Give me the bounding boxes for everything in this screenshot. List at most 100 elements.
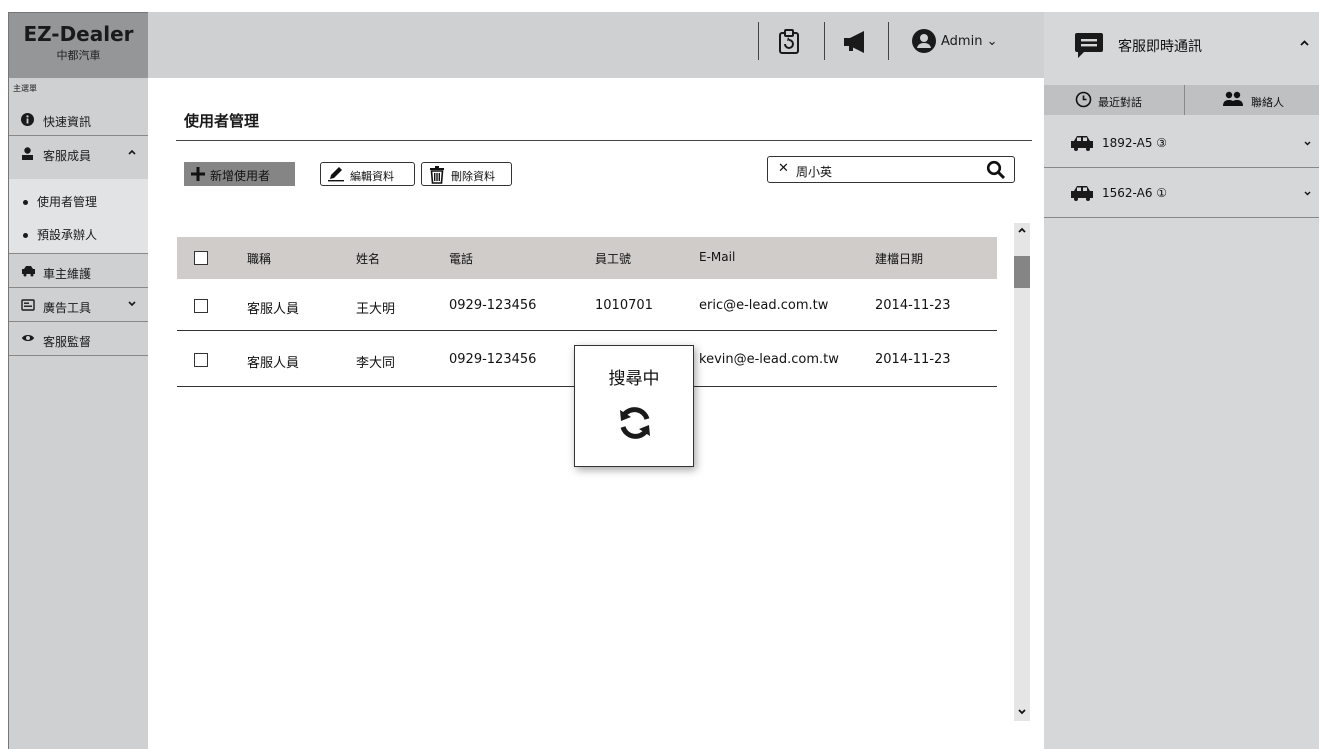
tab-label: 最近對話 (1098, 96, 1142, 109)
sidebar-item-ad-tools[interactable]: 廣告工具 (9, 289, 148, 322)
sidebar-subitem-user-management[interactable]: 使用者管理 (23, 193, 97, 210)
add-user-button[interactable]: 新增使用者 (184, 162, 295, 186)
search-icon[interactable] (986, 160, 1006, 180)
loading-text: 搜尋中 (608, 369, 660, 389)
delete-label: 刪除資料 (451, 170, 495, 183)
info-icon (21, 113, 34, 126)
cell-employee-id: 1010701 (595, 298, 653, 313)
main-content: 使用者管理 新增使用者 編輯資料 刪除資料 ✕ 周小英 職稱 姓名 電話 員工號… (148, 78, 1044, 749)
column-header[interactable]: 姓名 (356, 250, 380, 267)
sidebar-item-label: 客服成員 (43, 149, 92, 163)
live-chat-panel: 客服即時通訊 最近對話 聯絡人 1892-A5 ③ 1562-A6 ① (1044, 12, 1319, 749)
sidebar-item-service-members[interactable]: 客服成員 (9, 137, 148, 170)
users-icon (1222, 91, 1244, 107)
column-header[interactable]: 建檔日期 (875, 250, 923, 267)
app-window: EZ-Dealer 中都汽車 Admin ⌄ 主選單 快速資訊 客服成員 使用者… (0, 0, 1319, 749)
sidebar-item-label: 客服監督 (43, 335, 92, 349)
conversation-item[interactable]: 1892-A5 ③ (1044, 119, 1319, 168)
submenu-service-members: 使用者管理 預設承辦人 (9, 179, 148, 254)
column-header[interactable]: 員工號 (595, 250, 631, 267)
header-divider (758, 22, 759, 60)
chevron-down-icon[interactable] (1304, 191, 1311, 196)
chat-header[interactable]: 客服即時通訊 (1044, 12, 1319, 76)
brand-subtitle: 中都汽車 (56, 49, 101, 62)
trash-icon (428, 166, 446, 184)
chevron-up-icon (128, 149, 136, 155)
conversation-label: 1562-A6 ① (1102, 186, 1168, 200)
scrollbar-thumb[interactable] (1014, 256, 1030, 288)
car-icon (21, 265, 36, 277)
sidebar-item-label: 車主維護 (43, 267, 92, 281)
brand-logo[interactable]: EZ-Dealer 中都汽車 (8, 12, 148, 78)
brand-title: EZ-Dealer (23, 22, 134, 46)
chevron-down-icon (128, 301, 136, 307)
edit-label: 編輯資料 (350, 170, 394, 183)
cell-email: eric@e-lead.com.tw (699, 298, 829, 313)
column-header[interactable]: 電話 (449, 250, 473, 267)
chevron-up-icon[interactable] (1300, 40, 1309, 46)
column-header[interactable]: 職稱 (247, 250, 271, 267)
sidebar-item-label: 廣告工具 (43, 301, 92, 315)
sidebar-item-label: 快速資訊 (43, 115, 92, 129)
billboard-icon (21, 299, 35, 311)
search-input[interactable]: ✕ 周小英 (767, 156, 1015, 183)
tab-contacts[interactable]: 聯絡人 (1185, 85, 1319, 115)
conversation-item[interactable]: 1562-A6 ① (1044, 169, 1319, 218)
select-all-checkbox[interactable] (194, 251, 208, 265)
chat-title: 客服即時通訊 (1118, 39, 1202, 55)
sidebar-subitem-label: 預設承辦人 (37, 228, 98, 242)
clipboard-sync-icon[interactable] (776, 29, 802, 55)
scroll-up-icon[interactable] (1017, 227, 1027, 234)
row-checkbox[interactable] (194, 353, 208, 367)
add-user-label: 新增使用者 (210, 169, 271, 183)
megaphone-icon[interactable] (842, 29, 872, 55)
sidebar-subitem-default-handler[interactable]: 預設承辦人 (23, 226, 97, 243)
user-menu[interactable]: Admin ⌄ (941, 34, 997, 49)
chat-bubble-icon (1074, 31, 1104, 59)
table-row[interactable]: 客服人員 王大明 0929-123456 1010701 eric@e-lead… (177, 279, 997, 331)
table-header: 職稱 姓名 電話 員工號 E-Mail 建檔日期 (177, 237, 997, 279)
loading-dialog: 搜尋中 (574, 345, 694, 467)
vertical-scrollbar[interactable] (1014, 223, 1030, 721)
cell-date: 2014-11-23 (875, 352, 951, 367)
cell-title: 客服人員 (247, 356, 300, 371)
header-divider (824, 22, 825, 60)
search-value: 周小英 (796, 165, 833, 179)
sidebar: 主選單 快速資訊 客服成員 使用者管理 預設承辦人 車主維護 廣告工具 客服監督 (8, 78, 148, 749)
cell-phone: 0929-123456 (449, 352, 537, 367)
refresh-spinner-icon (616, 404, 654, 442)
column-header[interactable]: E-Mail (699, 250, 735, 264)
tab-label: 聯絡人 (1251, 96, 1284, 109)
clock-icon (1075, 91, 1092, 108)
user-name: Admin (941, 34, 983, 49)
user-icon (21, 147, 34, 160)
cell-name: 李大同 (356, 356, 396, 371)
cell-date: 2014-11-23 (875, 298, 951, 313)
avatar[interactable] (912, 29, 936, 53)
divider (176, 140, 1032, 141)
cell-name: 王大明 (356, 302, 396, 317)
car-icon (1070, 185, 1094, 201)
chevron-down-icon[interactable] (1304, 141, 1311, 146)
tab-recent-conversations[interactable]: 最近對話 (1044, 85, 1185, 115)
chevron-down-icon: ⌄ (986, 34, 998, 49)
eye-icon (21, 333, 35, 343)
page-title: 使用者管理 (184, 112, 260, 130)
menu-caption: 主選單 (13, 84, 37, 93)
sidebar-item-owner-maintenance[interactable]: 車主維護 (9, 255, 148, 288)
scroll-down-icon[interactable] (1017, 708, 1027, 715)
chat-tabs: 最近對話 聯絡人 (1044, 85, 1319, 115)
sidebar-subitem-label: 使用者管理 (37, 195, 98, 209)
sidebar-item-quick-info[interactable]: 快速資訊 (9, 103, 148, 136)
cell-phone: 0929-123456 (449, 298, 537, 313)
clear-search-icon[interactable]: ✕ (778, 161, 789, 176)
top-header: Admin ⌄ (148, 12, 1044, 78)
header-divider (888, 22, 889, 60)
pencil-icon (327, 166, 345, 182)
delete-button[interactable]: 刪除資料 (421, 162, 512, 186)
car-icon (1070, 135, 1094, 151)
row-checkbox[interactable] (194, 299, 208, 313)
cell-email: kevin@e-lead.com.tw (699, 352, 839, 367)
edit-button[interactable]: 編輯資料 (320, 162, 415, 186)
sidebar-item-service-monitor[interactable]: 客服監督 (9, 323, 148, 356)
